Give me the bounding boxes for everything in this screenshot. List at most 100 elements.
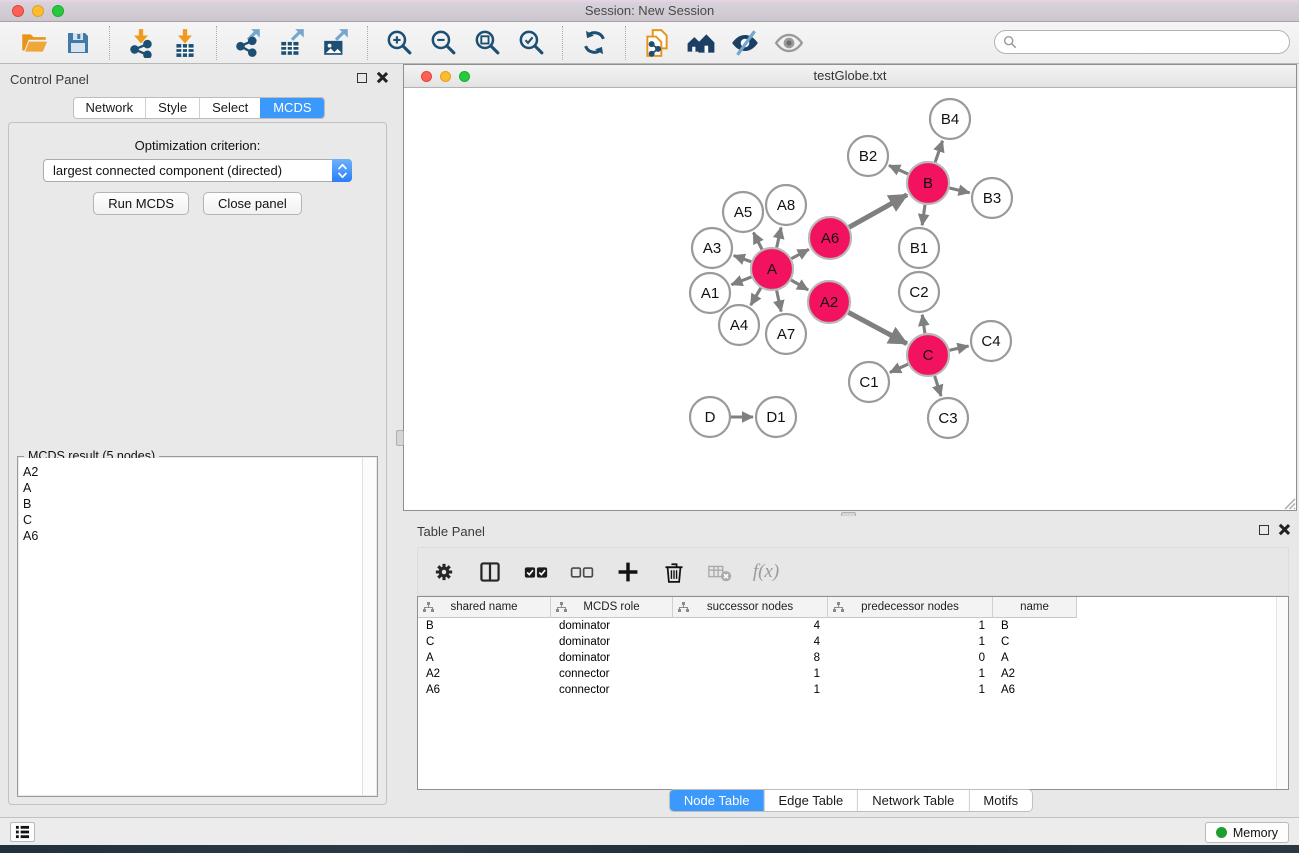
tab-style[interactable]: Style [145,98,199,118]
edge-B-B1[interactable] [922,205,925,225]
cell[interactable]: 4 [673,634,828,650]
network-canvas[interactable]: AA1A2A3A4A5A6A7A8BB1B2B3B4CC1C2C3C4DD1 [404,88,1296,510]
result-item[interactable]: A2 [23,464,362,480]
node-A7[interactable]: A7 [766,314,806,354]
node-B2[interactable]: B2 [848,136,888,176]
zoom-out-icon[interactable] [427,27,459,59]
tab-mcds[interactable]: MCDS [260,98,323,118]
edge-A-A1[interactable] [731,277,751,285]
column-header-name[interactable]: name [993,597,1077,618]
zoom-fit-icon[interactable] [471,27,503,59]
cell[interactable]: 1 [673,666,828,682]
show-graphics-details-icon[interactable] [729,27,761,59]
edge-C-C2[interactable] [922,315,925,333]
cell[interactable]: dominator [551,618,673,634]
column-header-predecessor-nodes[interactable]: predecessor nodes [828,597,993,618]
edge-C-C4[interactable] [949,346,968,350]
edge-A-A8[interactable] [777,227,781,247]
tab-network-table[interactable]: Network Table [857,790,968,811]
delete-table-icon[interactable] [706,558,734,586]
cell[interactable]: 0 [828,650,993,666]
tab-select[interactable]: Select [199,98,260,118]
refresh-icon[interactable] [578,27,610,59]
cell[interactable]: B [993,618,1077,634]
cell[interactable]: 1 [673,682,828,698]
settings-gear-icon[interactable] [430,558,458,586]
edge-A-A3[interactable] [734,256,752,262]
birds-eye-view-icon[interactable] [773,27,805,59]
export-image-icon[interactable] [320,27,352,59]
duplicate-network-icon[interactable] [641,27,673,59]
import-table-icon[interactable] [169,27,201,59]
show-panels-button[interactable] [10,822,35,842]
tab-motifs[interactable]: Motifs [968,790,1032,811]
open-file-icon[interactable] [18,27,50,59]
window-controls[interactable] [12,5,64,17]
cell[interactable]: C [418,634,551,650]
run-mcds-button[interactable]: Run MCDS [93,192,189,215]
cell[interactable]: 8 [673,650,828,666]
cell[interactable]: A [418,650,551,666]
edge-A6-B[interactable] [849,195,907,227]
result-item[interactable]: B [23,496,362,512]
close-panel-icon[interactable] [376,72,387,83]
cell[interactable]: C [993,634,1077,650]
node-D1[interactable]: D1 [756,397,796,437]
edge-A-A5[interactable] [753,232,762,249]
show-columns-icon[interactable] [476,558,504,586]
mcds-result-list[interactable]: A2ABCA6 [19,458,362,795]
node-A3[interactable]: A3 [692,228,732,268]
cell[interactable]: dominator [551,650,673,666]
save-session-icon[interactable] [62,27,94,59]
minimize-window-icon[interactable] [440,71,451,82]
node-C[interactable]: C [907,334,949,376]
cell[interactable]: 1 [828,634,993,650]
table-row[interactable]: Cdominator41C [418,634,1288,650]
cell[interactable]: A2 [993,666,1077,682]
result-item[interactable]: A [23,480,362,496]
edge-A-A6[interactable] [791,249,808,258]
result-scrollbar[interactable] [362,458,376,795]
node-A[interactable]: A [751,248,793,290]
memory-button[interactable]: Memory [1205,822,1289,843]
search-field[interactable] [994,30,1290,54]
column-header-MCDS-role[interactable]: MCDS role [551,597,673,618]
cell[interactable]: connector [551,666,673,682]
edge-A-A4[interactable] [751,288,761,305]
close-panel-icon[interactable] [1278,524,1289,535]
table-row[interactable]: Adominator80A [418,650,1288,666]
float-panel-icon[interactable] [357,73,367,83]
zoom-selected-icon[interactable] [515,27,547,59]
search-input[interactable] [1022,35,1281,50]
maximize-window-icon[interactable] [459,71,470,82]
cell[interactable]: 4 [673,618,828,634]
table-row[interactable]: A6connector11A6 [418,682,1288,698]
edge-A-A2[interactable] [791,280,808,290]
minimize-window-icon[interactable] [32,5,44,17]
resize-grip-icon[interactable] [1282,496,1296,510]
close-window-icon[interactable] [421,71,432,82]
edge-B-B3[interactable] [949,188,969,193]
table-row[interactable]: A2connector11A2 [418,666,1288,682]
edge-C-C1[interactable] [890,364,908,372]
cell[interactable]: dominator [551,634,673,650]
splitter-grip[interactable] [396,430,404,446]
import-network-icon[interactable] [125,27,157,59]
home-icon[interactable] [685,27,717,59]
network-graph[interactable]: AA1A2A3A4A5A6A7A8BB1B2B3B4CC1C2C3C4DD1 [404,88,1296,510]
cell[interactable]: A6 [418,682,551,698]
deselect-all-icon[interactable] [568,558,596,586]
zoom-in-icon[interactable] [383,27,415,59]
node-A2[interactable]: A2 [808,281,850,323]
node-table[interactable]: shared nameMCDS rolesuccessor nodesprede… [417,596,1289,790]
node-C4[interactable]: C4 [971,321,1011,361]
export-network-icon[interactable] [232,27,264,59]
node-B[interactable]: B [907,162,949,204]
result-item[interactable]: C [23,512,362,528]
node-B3[interactable]: B3 [972,178,1012,218]
select-all-icon[interactable] [522,558,550,586]
tab-network[interactable]: Network [73,98,145,118]
cell[interactable]: A2 [418,666,551,682]
cell[interactable]: 1 [828,618,993,634]
node-B1[interactable]: B1 [899,228,939,268]
